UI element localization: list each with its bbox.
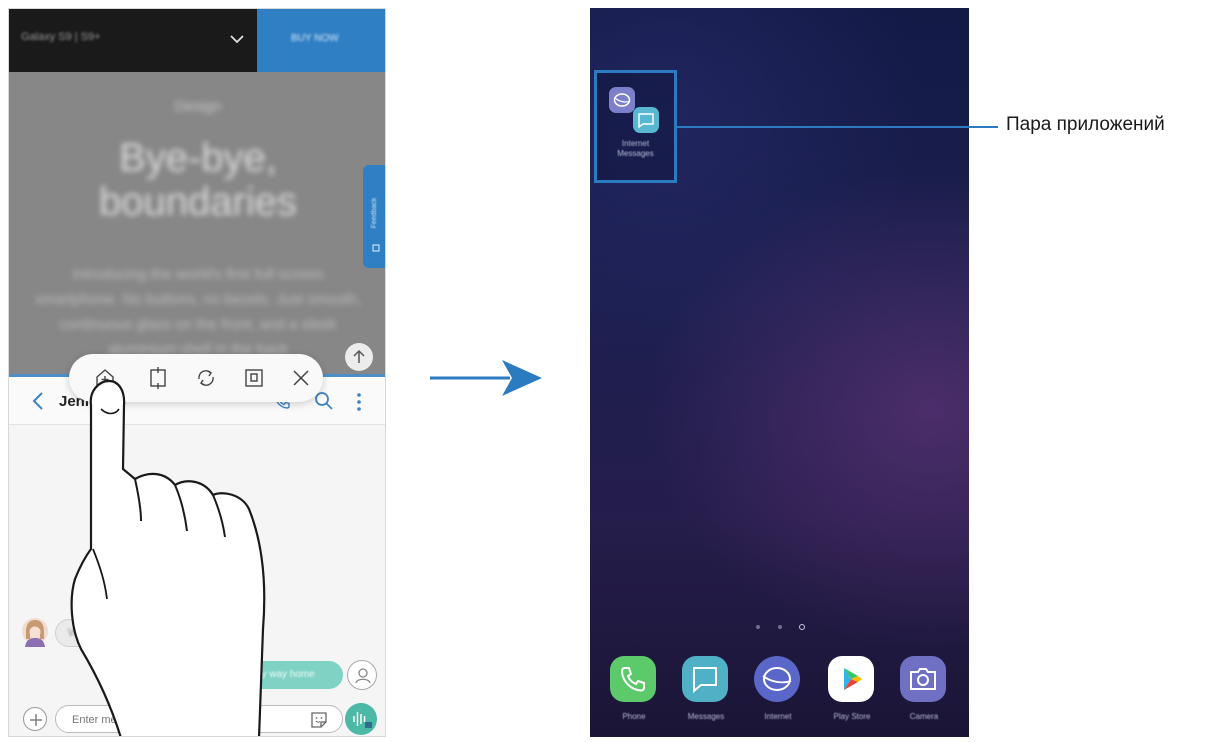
messages-app-icon (682, 656, 728, 702)
sticker-icon[interactable] (309, 710, 329, 730)
internet-app-icon (754, 656, 800, 702)
dock-label: Play Store (833, 712, 871, 721)
back-arrow-icon[interactable] (29, 389, 49, 413)
buy-now-label: BUY NOW (291, 33, 339, 44)
outgoing-message-text: On my way home (237, 669, 315, 680)
switch-windows-icon[interactable] (146, 366, 170, 390)
contact-button[interactable] (347, 660, 377, 690)
split-screen-phone: Galaxy S9 | S9+ BUY NOW Design Bye-bye, … (8, 8, 386, 737)
person-icon (355, 668, 371, 684)
app-pair-shortcut[interactable]: Internet Messages (594, 70, 677, 183)
home-screen-phone: Internet Messages Phone Messages Interne… (590, 8, 969, 737)
illustration: Galaxy S9 | S9+ BUY NOW Design Bye-bye, … (0, 0, 1221, 742)
site-title: Galaxy S9 | S9+ (21, 31, 101, 43)
voice-record-button[interactable] (345, 703, 377, 735)
page-body-text: Introducing the world's first full-scree… (34, 266, 361, 358)
incoming-message-bubble[interactable]: Where are you? (55, 619, 245, 647)
home-page-dot (799, 624, 805, 630)
browser-webpage[interactable]: Design Bye-bye, boundaries Introducing t… (9, 72, 385, 374)
browser-top-bar: Galaxy S9 | S9+ BUY NOW (9, 9, 385, 72)
page-indicator (752, 622, 808, 632)
feedback-label: Feedback (371, 197, 378, 228)
right-arrow-icon (430, 360, 542, 396)
outgoing-message-bubble[interactable]: On my way home (219, 661, 343, 689)
app-pair-label-line2: Messages (617, 149, 654, 158)
pop-up-view-icon[interactable] (242, 366, 266, 390)
page-dot (756, 625, 760, 629)
dock-label: Camera (909, 712, 939, 721)
messages-icon (633, 107, 659, 133)
chevron-down-icon[interactable] (227, 29, 247, 49)
callout-leader-line (676, 126, 998, 128)
dock-label: Messages (687, 712, 725, 721)
page-kicker: Design (174, 98, 222, 115)
more-options-icon[interactable] (349, 390, 369, 414)
close-icon[interactable] (289, 366, 313, 390)
page-headline: Bye-bye, boundaries (99, 136, 297, 224)
page-dot (778, 625, 782, 629)
attach-button[interactable] (23, 707, 47, 731)
split-screen-toolbar (69, 354, 323, 402)
buy-now-button[interactable]: BUY NOW (257, 9, 385, 72)
message-input-box[interactable] (55, 705, 343, 733)
dock-label: Phone (622, 712, 646, 721)
rotate-icon[interactable] (194, 366, 218, 390)
messages-window: Jenn Where are you? On my way home Enter… (9, 377, 385, 736)
incoming-message-text: Where are you? (68, 627, 147, 639)
app-pair-label: Internet Messages (597, 139, 674, 159)
callout-label: Пара приложений (1006, 114, 1165, 135)
voice-wave-icon (353, 712, 372, 728)
contact-avatar[interactable] (21, 617, 49, 647)
play-store-app-icon (828, 656, 874, 702)
scroll-to-top-icon[interactable] (345, 343, 373, 371)
plus-icon (30, 714, 42, 726)
camera-app-icon (900, 656, 946, 702)
message-input[interactable] (72, 711, 272, 729)
internet-icon (609, 87, 635, 113)
phone-app-icon (610, 656, 656, 702)
app-pair-label-line1: Internet (621, 139, 650, 148)
feedback-tab[interactable]: Feedback (363, 165, 385, 268)
dock-label: Internet (764, 712, 792, 721)
add-app-pair-icon[interactable] (93, 366, 117, 390)
